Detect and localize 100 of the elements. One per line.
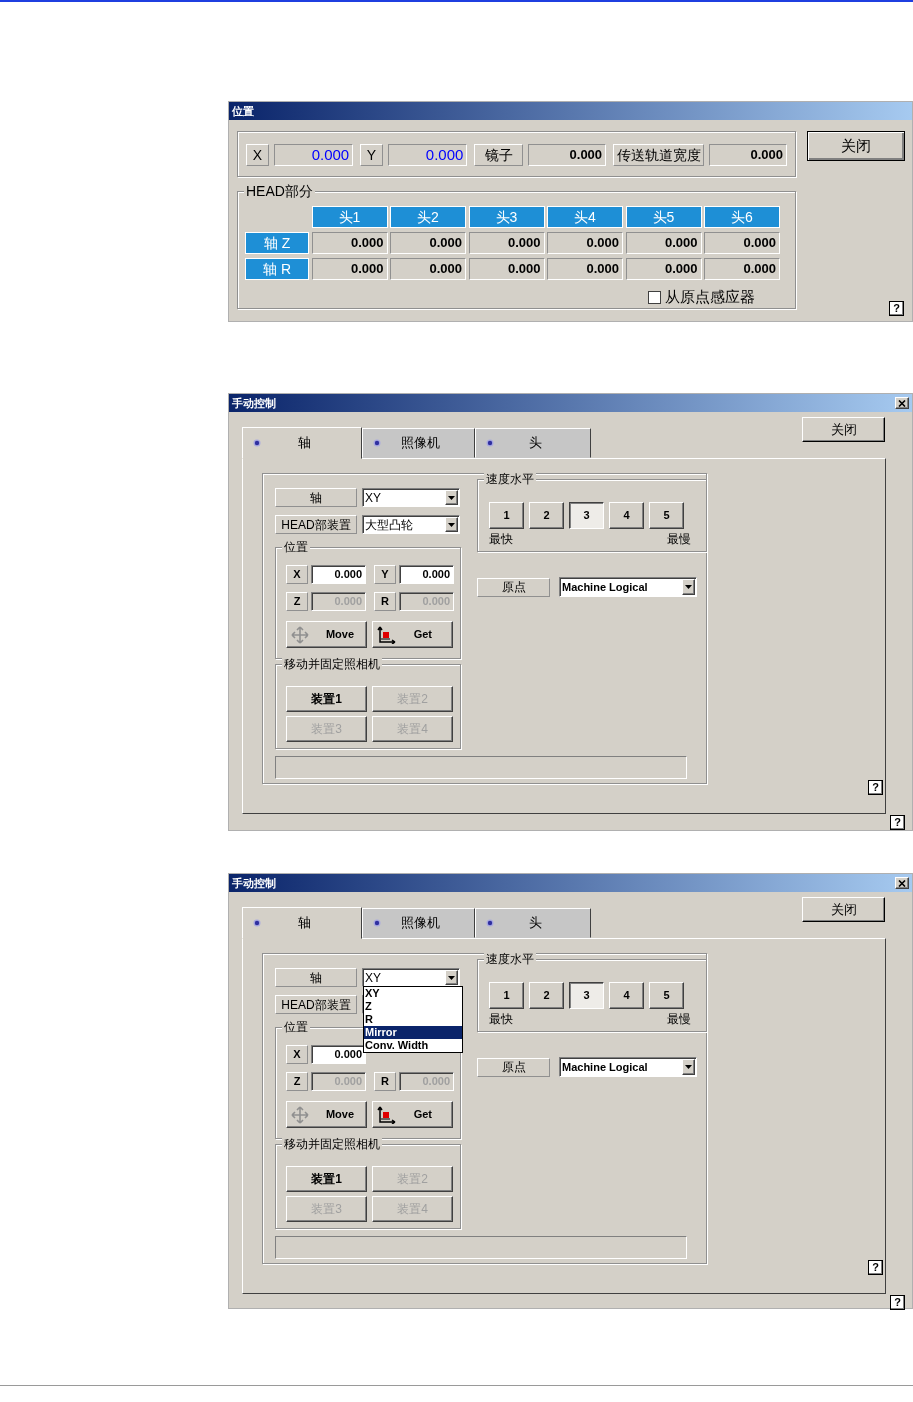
close-button[interactable]: 关闭	[802, 897, 885, 922]
speed-button[interactable]: 1	[489, 982, 524, 1009]
table-cell: 0.000	[625, 232, 702, 254]
table-cell: 0.000	[311, 258, 388, 280]
speed-label: 最慢	[667, 1011, 691, 1028]
field-label: 原点	[477, 1057, 550, 1077]
tab[interactable]: 照像机	[362, 908, 475, 938]
table-cell: 0.000	[390, 258, 466, 280]
column-header: 头3	[468, 206, 545, 228]
move-icon	[291, 1105, 309, 1124]
help-button[interactable]: ?	[890, 815, 905, 830]
value-field: 0.000	[528, 144, 607, 166]
checkbox[interactable]	[648, 290, 661, 304]
field-label: R	[374, 1072, 396, 1091]
speed-button[interactable]: 1	[489, 502, 524, 529]
table-cell: 0.000	[468, 258, 545, 280]
dropdown-option[interactable]: R	[364, 1013, 462, 1026]
column-header: 头5	[625, 206, 702, 228]
field-label: Z	[286, 592, 308, 611]
group-title: 位置	[282, 1019, 310, 1035]
close-button[interactable]: 关闭	[802, 417, 885, 442]
help-button[interactable]: ?	[868, 1260, 883, 1275]
tab[interactable]: 头	[475, 908, 591, 938]
speed-label: 最慢	[667, 531, 691, 548]
group-title: 位置	[282, 539, 310, 555]
value-field: 0.000	[709, 144, 787, 166]
window-title: 手动控制	[232, 395, 276, 411]
device-button[interactable]: 装置1	[286, 1166, 367, 1192]
field-label: 镜子	[474, 144, 524, 166]
caret-icon	[685, 585, 692, 589]
speed-button[interactable]: 3	[569, 982, 604, 1009]
dropdown-option[interactable]: Conv. Width	[364, 1039, 462, 1052]
speed-button[interactable]: 4	[609, 502, 644, 529]
close-button[interactable]	[895, 397, 909, 409]
input-field[interactable]: 0.000	[311, 565, 366, 584]
field-label: R	[374, 592, 396, 611]
input-field[interactable]: 0.000	[311, 1045, 366, 1064]
value-field: 0.000	[387, 144, 468, 166]
dot-icon	[486, 919, 494, 927]
caret-icon	[448, 495, 455, 500]
move-icon	[291, 625, 309, 644]
column-header: 头4	[547, 206, 623, 228]
axes-icon	[376, 625, 396, 644]
help-button[interactable]: ?	[889, 301, 904, 316]
field-label: X	[286, 1045, 308, 1064]
field-label: X	[246, 144, 269, 166]
tab[interactable]: 轴	[242, 427, 362, 459]
window-title: 位置	[232, 103, 254, 119]
dot-icon	[373, 919, 381, 927]
tab[interactable]: 轴	[242, 907, 362, 939]
speed-label: 最快	[489, 531, 513, 548]
device-button[interactable]: 装置1	[286, 686, 367, 712]
move-button[interactable]: Move	[286, 1101, 367, 1128]
group-title: 移动并固定照相机	[282, 1136, 382, 1152]
tab[interactable]: 照像机	[362, 428, 475, 458]
help-button[interactable]: ?	[868, 780, 883, 795]
close-icon	[898, 399, 906, 407]
input-field[interactable]: 0.000	[399, 565, 454, 584]
speed-button[interactable]: 2	[529, 502, 564, 529]
group-title: 移动并固定照相机	[282, 656, 382, 672]
caret-icon	[448, 522, 455, 527]
speed-button[interactable]: 5	[649, 982, 684, 1009]
speed-button[interactable]: 3	[569, 502, 604, 529]
table-cell: 0.000	[625, 258, 702, 280]
speed-button[interactable]: 2	[529, 982, 564, 1009]
field-label: Z	[286, 1072, 308, 1091]
speed-label: 最快	[489, 1011, 513, 1028]
dropdown-option[interactable]: Z	[364, 1000, 462, 1013]
row-header: 轴 R	[245, 258, 309, 280]
get-button[interactable]: Get	[372, 1101, 453, 1128]
column-header: 头1	[311, 206, 388, 228]
speed-button[interactable]: 5	[649, 502, 684, 529]
speed-button[interactable]: 4	[609, 982, 644, 1009]
close-button[interactable]: 关闭	[807, 131, 905, 161]
table-cell: 0.000	[547, 258, 623, 280]
tab[interactable]: 头	[475, 428, 591, 458]
field-label: 原点	[477, 577, 550, 597]
group-title: HEAD部分	[244, 183, 315, 199]
dropdown-option[interactable]: Mirror	[364, 1026, 462, 1039]
table-cell: 0.000	[547, 232, 623, 254]
window-title: 手动控制	[232, 875, 276, 891]
dropdown[interactable]: Machine Logical	[559, 577, 697, 597]
dot-icon	[373, 439, 381, 447]
close-icon	[898, 879, 906, 887]
move-button[interactable]: Move	[286, 621, 367, 648]
close-button[interactable]	[895, 877, 909, 889]
field-label: Y	[374, 565, 396, 584]
table-cell: 0.000	[704, 232, 780, 254]
dropdown-option[interactable]: XY	[364, 987, 462, 1000]
dropdown[interactable]: Machine Logical	[559, 1057, 697, 1077]
dropdown[interactable]: XY	[362, 488, 460, 507]
get-button[interactable]: Get	[372, 621, 453, 648]
field-label: Y	[360, 144, 383, 166]
dropdown[interactable]: 大型凸轮	[362, 515, 460, 534]
help-button[interactable]: ?	[890, 1295, 905, 1310]
field-label: 轴	[275, 968, 357, 987]
field-label: 轴	[275, 488, 357, 507]
column-header: 头6	[704, 206, 780, 228]
checkbox-label: 从原点感应器	[665, 287, 755, 307]
table-cell: 0.000	[390, 232, 466, 254]
